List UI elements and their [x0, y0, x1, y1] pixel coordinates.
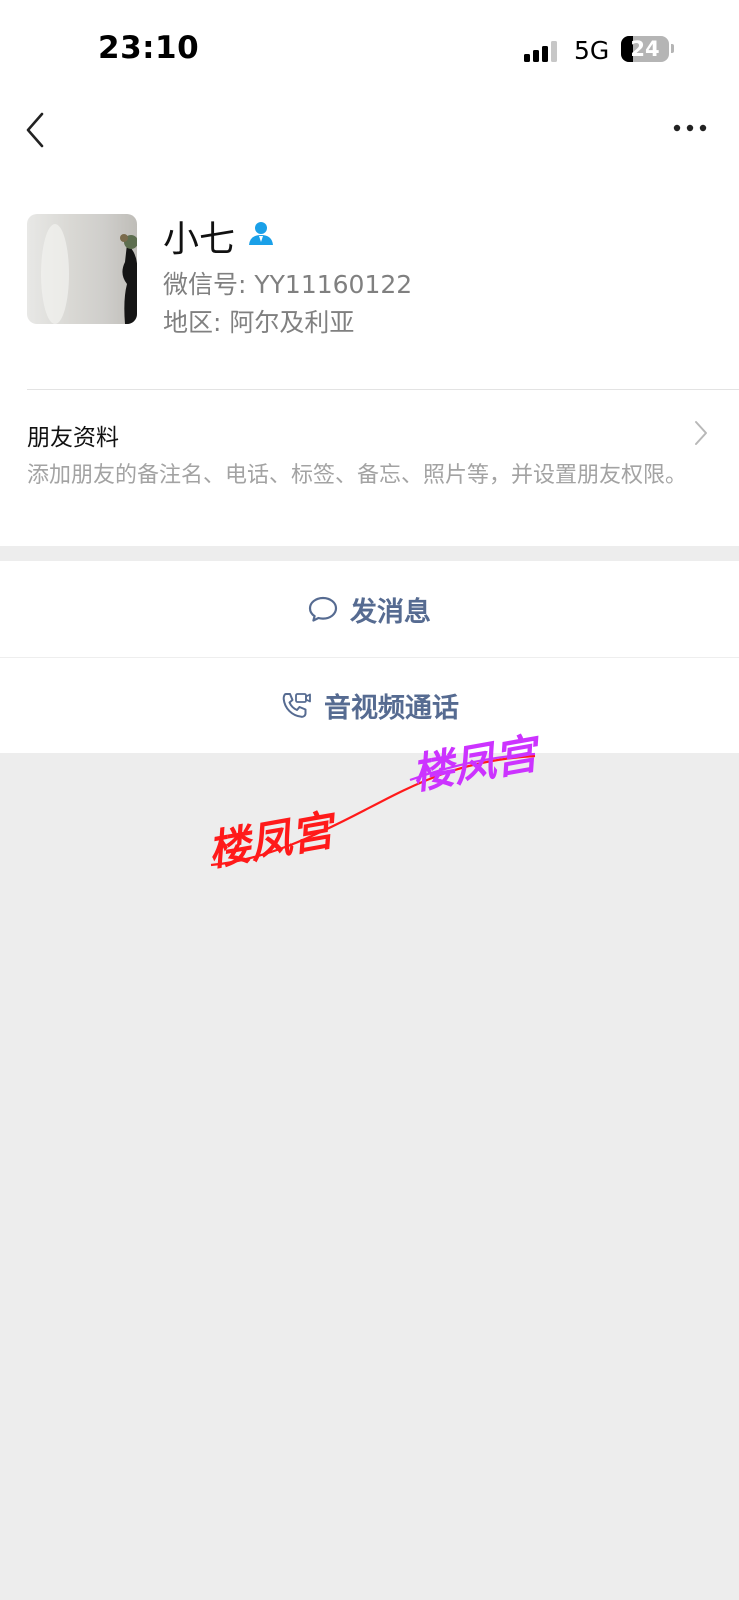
friend-info-title: 朋友资料	[27, 425, 119, 451]
stamp-text-purple: 楼凤宫	[408, 728, 547, 799]
divider	[27, 389, 739, 390]
wechat-id: 微信号: YY11160122	[163, 270, 413, 299]
region: 地区: 阿尔及利亚	[163, 308, 355, 337]
battery-nub	[671, 44, 674, 53]
battery-icon: 24	[621, 36, 669, 62]
network-label: 5G	[574, 36, 610, 65]
status-time: 23:10	[98, 30, 200, 66]
chat-bubble-icon	[308, 596, 338, 622]
signal-icon	[524, 40, 562, 62]
watermark-stamp: 楼凤宫 楼凤宫	[205, 728, 547, 876]
avatar[interactable]	[27, 214, 137, 324]
male-user-icon	[249, 222, 273, 245]
friend-info-description: 添加朋友的备注名、电话、标签、备忘、照片等，并设置朋友权限。	[27, 463, 688, 488]
battery-percent: 24	[630, 37, 660, 61]
chevron-left-icon[interactable]	[22, 110, 50, 150]
send-message-button[interactable]: 发消息	[0, 561, 739, 657]
profile-name: 小七	[163, 219, 236, 260]
chevron-right-icon	[695, 421, 707, 445]
video-call-icon	[282, 692, 311, 718]
more-dots-icon[interactable]	[672, 120, 708, 136]
stamp-text-red: 楼凤宫	[205, 804, 343, 875]
send-message-label: 发消息	[350, 596, 431, 628]
